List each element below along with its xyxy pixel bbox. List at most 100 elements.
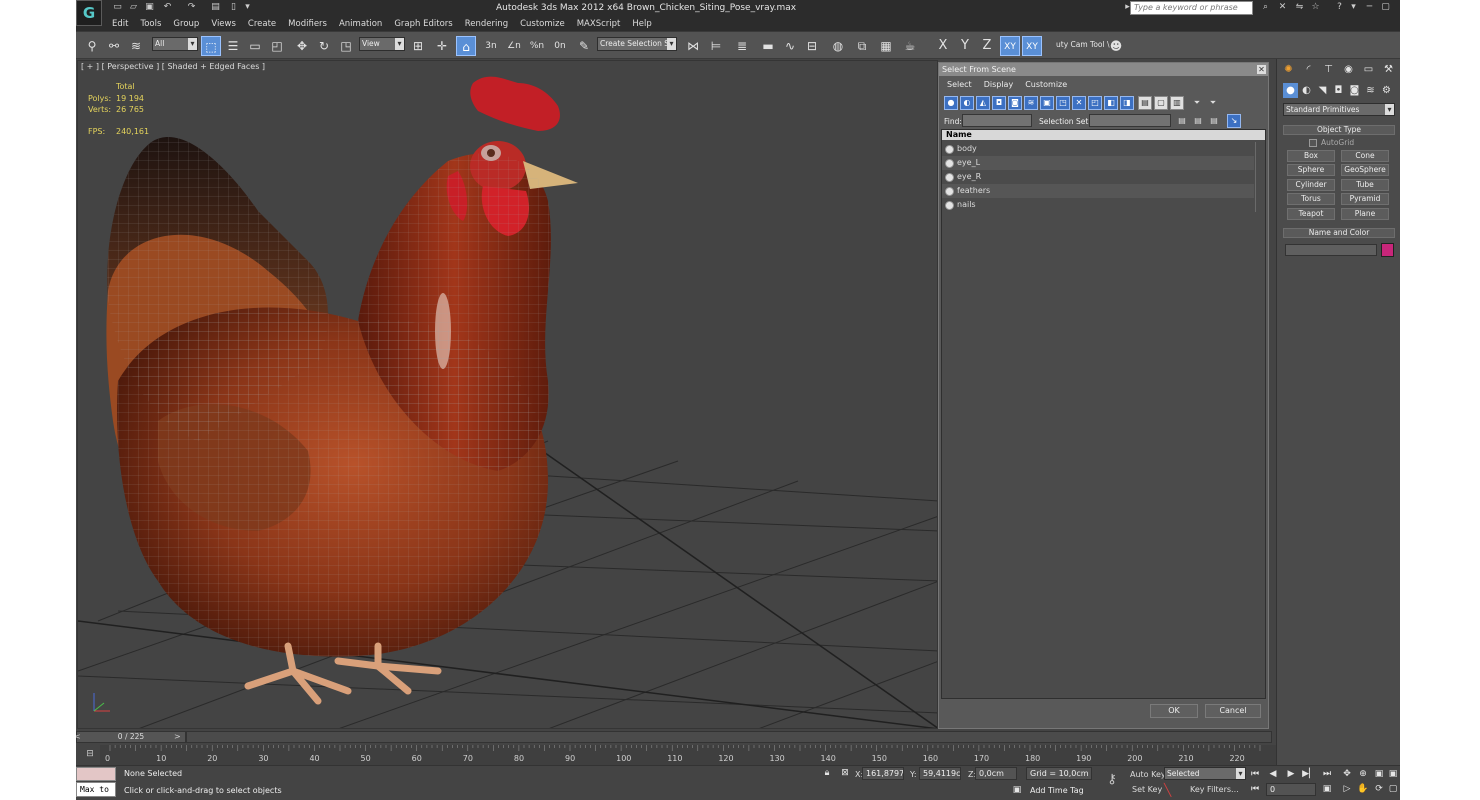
dialog-menu-display[interactable]: Display — [978, 78, 1020, 92]
selection-set-remove-icon[interactable]: ▤ — [1191, 114, 1205, 128]
display-hidden-icon[interactable]: ◨ — [1120, 96, 1134, 110]
next-frame-icon[interactable]: > — [174, 731, 182, 743]
window-crossing-icon[interactable]: ◰ — [267, 36, 287, 56]
cancel-button[interactable]: Cancel — [1205, 704, 1261, 718]
select-invert-icon[interactable]: ▥ — [1170, 96, 1184, 110]
current-frame-field[interactable]: 0 — [1266, 783, 1316, 796]
render-setup-icon[interactable]: ⧉ — [852, 36, 872, 56]
lock-icon[interactable]: 🔒︎ — [820, 767, 834, 780]
close-icon[interactable]: ✕ — [1257, 65, 1266, 74]
display-cameras-icon[interactable]: ◘ — [992, 96, 1006, 110]
open-file-icon[interactable]: ▱ — [128, 2, 139, 13]
set-key-button[interactable]: Set Key — [1132, 785, 1162, 794]
project-folder-icon[interactable]: ▯ — [228, 2, 239, 13]
maxscript-mini-listener[interactable]: Max to — [76, 782, 116, 797]
key-icon[interactable]: ⚷ — [1102, 772, 1122, 788]
selection-filter-dropdown[interactable]: All — [152, 37, 198, 51]
filter-options-icon[interactable]: ⏷ — [1206, 96, 1220, 110]
utility-icon[interactable]: ☻ — [1106, 36, 1126, 56]
category-dropdown[interactable]: Standard Primitives — [1283, 103, 1395, 116]
primitive-plane-button[interactable]: Plane — [1341, 208, 1389, 220]
next-frame-icon[interactable]: ▶▏ — [1302, 768, 1316, 781]
timeline-ruler[interactable]: 0 10 20 30 40 50 60 70 80 90 100 110 120 130 140 150 160… — [100, 745, 1276, 765]
layer-manager-icon[interactable]: ≣ — [732, 36, 752, 56]
lights-icon[interactable]: ◥ — [1315, 83, 1330, 98]
axis-x-button[interactable]: X — [933, 36, 953, 56]
select-all-icon[interactable]: ▤ — [1138, 96, 1152, 110]
frame-display[interactable]: 0 / 225 — [76, 731, 186, 743]
name-and-color-rollout[interactable]: Name and Color — [1283, 228, 1395, 238]
chevron-down-icon[interactable]: ▾ — [1348, 2, 1359, 13]
select-by-name-icon[interactable]: ☰ — [223, 36, 243, 56]
star-icon[interactable]: ☆ — [1310, 2, 1321, 13]
autogrid-checkbox[interactable] — [1309, 139, 1317, 147]
spacewarps-icon[interactable]: ≋ — [1363, 83, 1378, 98]
menu-rendering[interactable]: Rendering — [459, 17, 514, 31]
sort-icon[interactable]: ↘ — [1227, 114, 1241, 128]
curve-editor-mini-icon[interactable]: ⊟ — [81, 747, 99, 761]
primitive-sphere-button[interactable]: Sphere — [1287, 164, 1335, 176]
maximize-viewport-icon[interactable]: ▢ — [1386, 783, 1400, 796]
zoom-icon[interactable]: ✥ — [1340, 768, 1354, 781]
primitive-teapot-button[interactable]: Teapot — [1287, 208, 1335, 220]
primitive-cone-button[interactable]: Cone — [1341, 150, 1389, 162]
utilities-tab-icon[interactable]: ⚒ — [1381, 62, 1396, 77]
play-icon[interactable]: ▶ — [1284, 768, 1298, 781]
find-input[interactable] — [962, 114, 1032, 127]
reference-coordinate-dropdown[interactable]: View — [359, 37, 405, 51]
utility-label[interactable]: uty Cam Tool \ — [1056, 40, 1110, 49]
rendered-frame-icon[interactable]: ▦ — [876, 36, 896, 56]
filter-icon[interactable]: ⏷ — [1190, 96, 1204, 110]
maxscript-mini-listener-pink[interactable] — [76, 767, 116, 781]
axis-y-button[interactable]: Y — [955, 36, 975, 56]
modify-tab-icon[interactable]: ◜ — [1301, 62, 1316, 77]
sun-icon[interactable]: ✺ — [1281, 62, 1296, 77]
save-file-icon[interactable]: ▣ — [144, 2, 155, 13]
set-key-icon[interactable]: ╲ — [1164, 783, 1180, 797]
display-xrefs-icon[interactable]: ◳ — [1056, 96, 1070, 110]
list-scrollbar[interactable] — [1255, 142, 1264, 212]
search-input[interactable]: Type a keyword or phrase — [1130, 1, 1253, 15]
menu-maxscript[interactable]: MAXScript — [571, 17, 627, 31]
y-coordinate-field[interactable]: 59,4119cm — [919, 767, 961, 780]
key-mode-dropdown[interactable]: Selected — [1164, 767, 1246, 780]
binoculars-icon[interactable]: ⌕ — [1260, 2, 1271, 13]
angle-snap-icon[interactable]: ∠n — [504, 36, 524, 56]
schematic-view-icon[interactable]: ⊟ — [802, 36, 822, 56]
align-icon[interactable]: ⊨ — [706, 36, 726, 56]
previous-frame-icon[interactable]: ◀ — [1266, 768, 1280, 781]
menu-create[interactable]: Create — [242, 17, 282, 31]
move-icon[interactable]: ✥ — [292, 36, 312, 56]
add-time-tag-button[interactable]: Add Time Tag — [1026, 784, 1092, 797]
object-type-rollout[interactable]: Object Type — [1283, 125, 1395, 135]
primitive-box-button[interactable]: Box — [1287, 150, 1335, 162]
field-of-view-icon[interactable]: ▷ — [1340, 783, 1354, 796]
curve-editor-icon[interactable]: ∿ — [780, 36, 800, 56]
display-geometry-icon[interactable]: ● — [944, 96, 958, 110]
hierarchy-tab-icon[interactable]: ⊤ — [1321, 62, 1336, 77]
motion-tab-icon[interactable]: ◉ — [1341, 62, 1356, 77]
mirror-icon[interactable]: ⋈ — [683, 36, 703, 56]
menu-customize[interactable]: Customize — [514, 17, 571, 31]
display-groups-icon[interactable]: ▣ — [1040, 96, 1054, 110]
dialog-menu-select[interactable]: Select — [941, 78, 978, 92]
bind-space-warp-icon[interactable]: ≋ — [126, 36, 146, 56]
redo-icon[interactable]: ↷ — [186, 2, 197, 13]
key-filters-button[interactable]: Key Filters... — [1190, 785, 1239, 794]
dialog-menu-customize[interactable]: Customize — [1019, 78, 1073, 92]
go-to-end-icon[interactable]: ⏭ — [1320, 768, 1334, 781]
list-item[interactable]: body — [942, 142, 1254, 156]
time-config-icon[interactable]: ▣ — [1320, 783, 1334, 796]
list-item[interactable]: eye_R — [942, 170, 1254, 184]
cameras-icon[interactable]: ◘ — [1331, 83, 1346, 98]
display-shapes-icon[interactable]: ◐ — [960, 96, 974, 110]
selection-set-edit-icon[interactable]: ▤ — [1207, 114, 1221, 128]
go-to-start-icon[interactable]: ⏮ — [1248, 768, 1262, 781]
time-slider-track[interactable] — [186, 731, 1272, 743]
minimize-icon[interactable]: ─ — [1364, 2, 1375, 13]
z-coordinate-field[interactable]: 0,0cm — [975, 767, 1017, 780]
selection-region-icon[interactable]: ▭ — [245, 36, 265, 56]
display-tab-icon[interactable]: ▭ — [1361, 62, 1376, 77]
geometry-icon[interactable]: ● — [1283, 83, 1298, 98]
edit-named-selection-icon[interactable]: ✎ — [574, 36, 594, 56]
